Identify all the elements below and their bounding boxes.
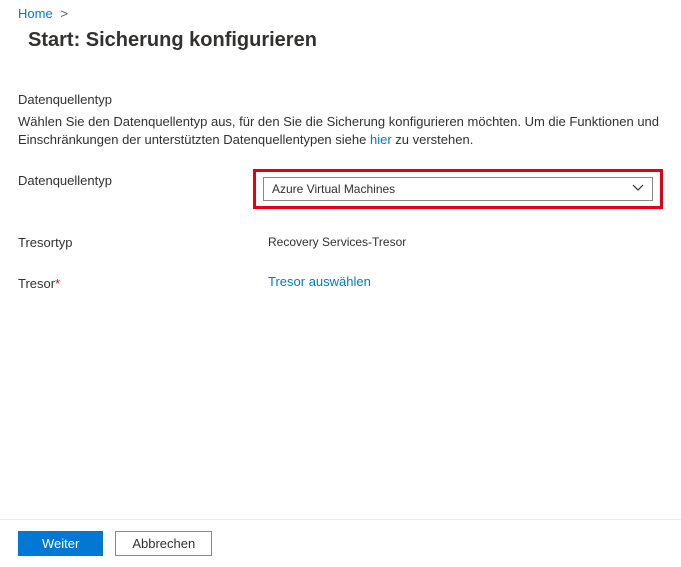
highlight-box: Azure Virtual Machines bbox=[253, 169, 663, 209]
label-datasource-type: Datenquellentyp bbox=[18, 169, 263, 188]
vault-type-value: Recovery Services-Tresor bbox=[268, 231, 663, 249]
datasource-section: Datenquellentyp Wählen Sie den Datenquel… bbox=[0, 56, 681, 291]
form-rows: Datenquellentyp Azure Virtual Machines T… bbox=[18, 169, 663, 291]
datasource-type-value: Azure Virtual Machines bbox=[272, 182, 395, 196]
label-vault-type: Tresortyp bbox=[18, 231, 268, 250]
label-vault-text: Tresor bbox=[18, 276, 55, 291]
select-vault-link[interactable]: Tresor auswählen bbox=[268, 272, 371, 289]
section-heading: Datenquellentyp bbox=[18, 92, 663, 107]
breadcrumb: Home > bbox=[0, 0, 681, 21]
row-vault: Tresor* Tresor auswählen bbox=[18, 272, 663, 291]
row-vault-type: Tresortyp Recovery Services-Tresor bbox=[18, 231, 663, 250]
datasource-type-dropdown[interactable]: Azure Virtual Machines bbox=[263, 177, 653, 201]
required-indicator: * bbox=[55, 276, 60, 291]
breadcrumb-home-link[interactable]: Home bbox=[18, 6, 53, 21]
chevron-down-icon bbox=[632, 182, 644, 197]
section-description: Wählen Sie den Datenquellentyp aus, für … bbox=[18, 113, 663, 149]
row-datasource-type: Datenquellentyp Azure Virtual Machines bbox=[18, 169, 663, 209]
section-description-text-1: Wählen Sie den Datenquellentyp aus, für … bbox=[18, 114, 659, 147]
breadcrumb-separator: > bbox=[60, 6, 68, 21]
cancel-button[interactable]: Abbrechen bbox=[115, 531, 212, 556]
page-title: Start: Sicherung konfigurieren bbox=[0, 21, 681, 56]
next-button[interactable]: Weiter bbox=[18, 531, 103, 556]
label-vault: Tresor* bbox=[18, 272, 268, 291]
learn-more-link[interactable]: hier bbox=[370, 132, 392, 147]
section-description-text-2: zu verstehen. bbox=[392, 132, 474, 147]
footer-bar: Weiter Abbrechen bbox=[0, 519, 681, 567]
